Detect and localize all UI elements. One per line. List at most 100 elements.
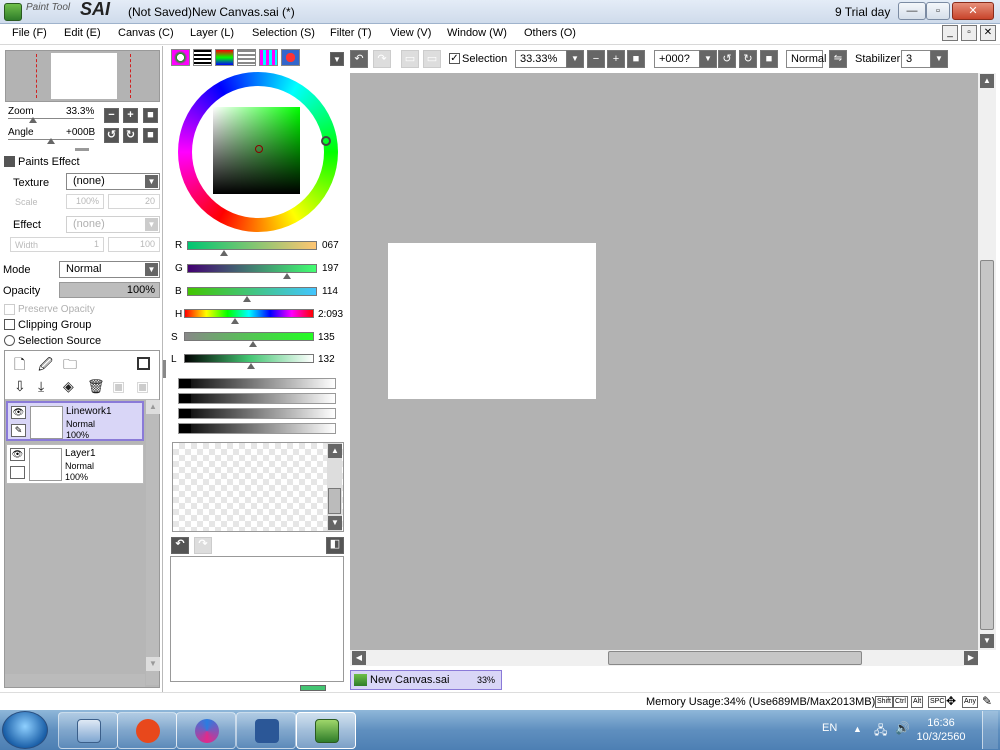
taskbar-word[interactable] <box>236 712 296 749</box>
mdi-minimize-icon[interactable]: _ <box>942 25 958 41</box>
opacity-slider[interactable]: 100% <box>59 282 160 298</box>
s-slider-handle[interactable] <box>249 341 257 347</box>
clear-scratchpad-icon[interactable]: ◧ <box>326 537 344 554</box>
rgb-slider-tab[interactable] <box>193 49 212 66</box>
menu-others[interactable]: Others (O) <box>524 27 576 39</box>
hue-marker[interactable] <box>321 136 331 146</box>
layer-row[interactable]: 👁 Layer1 Normal 100% <box>6 444 144 484</box>
menu-edit[interactable]: Edit (E) <box>64 27 101 39</box>
close-button[interactable]: ✕ <box>952 2 994 20</box>
new-folder-icon[interactable]: 🗀 <box>63 354 77 378</box>
b-slider-handle[interactable] <box>243 296 251 302</box>
scroll-down-icon[interactable]: ▼ <box>980 634 994 648</box>
current-color-swatch[interactable] <box>300 685 326 691</box>
layers-scrollbar[interactable] <box>146 400 159 685</box>
transfer-down-icon[interactable]: ⇩ <box>14 378 26 395</box>
canvas-vscroll-thumb[interactable] <box>980 260 994 630</box>
rotate-left-button[interactable]: ↺ <box>104 128 119 143</box>
menu-canvas[interactable]: Canvas (C) <box>118 27 174 39</box>
b-slider[interactable] <box>187 287 317 296</box>
l-slider-handle[interactable] <box>247 363 255 369</box>
minimize-button[interactable]: — <box>898 2 926 20</box>
scroll-up-icon[interactable]: ▲ <box>146 400 160 414</box>
volume-icon[interactable]: 🔊 <box>895 721 910 735</box>
canvas-hscroll-thumb[interactable] <box>608 651 862 665</box>
rotate-ccw-button[interactable]: ↺ <box>718 50 736 68</box>
eye-icon[interactable]: 👁 <box>11 406 26 419</box>
new-layer-icon[interactable]: 🗋 <box>14 354 25 378</box>
layer-mask-icon[interactable] <box>137 357 150 370</box>
new-linework-layer-icon[interactable]: 🖉 <box>38 354 53 378</box>
mixer-tab[interactable] <box>237 49 256 66</box>
redo-icon[interactable]: ↷ <box>194 537 212 554</box>
taskbar-office[interactable] <box>117 712 177 749</box>
taskbar-explorer[interactable] <box>58 712 118 749</box>
scroll-down-icon[interactable]: ▼ <box>328 516 342 530</box>
layer-lock-box[interactable] <box>10 466 25 479</box>
start-button[interactable] <box>2 711 48 749</box>
angle-field[interactable]: +000? <box>654 50 700 68</box>
redo-button[interactable]: ↷ <box>373 50 391 68</box>
show-desktop-button[interactable] <box>982 711 998 749</box>
flip-icon[interactable]: ⇋ <box>829 50 847 68</box>
swatch-palette[interactable] <box>172 442 344 532</box>
pane-splitter[interactable] <box>163 360 166 378</box>
selection-source-radio[interactable] <box>4 335 15 346</box>
gradient-strip[interactable] <box>178 378 336 389</box>
rotate-reset-tool-button[interactable]: ■ <box>760 50 778 68</box>
undo-icon[interactable]: ↶ <box>171 537 189 554</box>
texture-select[interactable]: (none) ▼ <box>66 173 160 190</box>
navigator-preview[interactable] <box>5 50 160 102</box>
menu-file[interactable]: File (F) <box>12 27 47 39</box>
scratchpad-tab[interactable] <box>281 49 300 66</box>
r-slider[interactable] <box>187 241 317 250</box>
zoom-out-tool-button[interactable]: − <box>587 50 605 68</box>
r-slider-handle[interactable] <box>220 250 228 256</box>
network-icon[interactable]: 🖧 <box>874 721 887 742</box>
angle-slider-handle[interactable] <box>47 138 55 144</box>
gradient-strip[interactable] <box>178 393 336 404</box>
zoom-dropdown-icon[interactable]: ▼ <box>566 50 584 68</box>
g-slider[interactable] <box>187 264 317 273</box>
trash-icon[interactable]: 🗑 <box>87 378 105 395</box>
zoom-reset-button[interactable]: ■ <box>143 108 158 123</box>
menu-view[interactable]: View (V) <box>390 27 431 39</box>
layers-hscrollbar[interactable] <box>5 674 145 687</box>
swatches-tab[interactable] <box>259 49 278 66</box>
scroll-down-icon[interactable]: ▼ <box>146 657 160 671</box>
gradient-strip[interactable] <box>178 423 336 434</box>
effect-select[interactable]: (none) ▼ <box>66 216 160 233</box>
document-tab[interactable]: New Canvas.sai 33% <box>350 670 502 690</box>
clear-layer-icon[interactable]: ◈ <box>63 378 74 395</box>
gradient-strip[interactable] <box>178 408 336 419</box>
menu-selection[interactable]: Selection (S) <box>252 27 315 39</box>
scratchpad[interactable] <box>170 556 344 682</box>
zoom-in-button[interactable]: + <box>123 108 138 123</box>
clock[interactable]: 16:36 10/3/2560 <box>912 716 970 744</box>
zoom-field[interactable]: 33.33% <box>515 50 567 68</box>
s-slider[interactable] <box>184 332 314 341</box>
taskbar-swirl-app[interactable] <box>176 712 236 749</box>
merge-down-icon[interactable]: ⤓ <box>38 378 44 395</box>
clipping-group-checkbox[interactable] <box>4 319 15 330</box>
stabilizer-field[interactable]: 3 <box>901 50 931 68</box>
rotate-cw-button[interactable]: ↻ <box>739 50 757 68</box>
undo-button[interactable]: ↶ <box>350 50 368 68</box>
taskbar-paint-tool-sai[interactable] <box>296 712 356 749</box>
restore-button[interactable]: ▫ <box>926 2 950 20</box>
menu-filter[interactable]: Filter (T) <box>330 27 372 39</box>
panel-menu-icon[interactable]: ▼ <box>330 52 344 66</box>
collapse-icon[interactable] <box>4 156 15 167</box>
menu-layer[interactable]: Layer (L) <box>190 27 234 39</box>
scroll-left-icon[interactable]: ◀ <box>352 651 366 665</box>
hsv-slider-tab[interactable] <box>215 49 234 66</box>
panel-splitter[interactable] <box>75 148 89 151</box>
layer-row[interactable]: 👁 ✎ Linework1 Normal 100% <box>6 401 144 441</box>
l-slider[interactable] <box>184 354 314 363</box>
selection-checkbox[interactable]: ✓ <box>449 53 460 64</box>
preserve-opacity-checkbox[interactable] <box>4 304 15 315</box>
scroll-right-icon[interactable]: ▶ <box>964 651 978 665</box>
color-wheel-tab[interactable] <box>171 49 190 66</box>
zoom-fit-button[interactable]: ■ <box>627 50 645 68</box>
deselect-button[interactable]: ▭ <box>401 50 419 68</box>
